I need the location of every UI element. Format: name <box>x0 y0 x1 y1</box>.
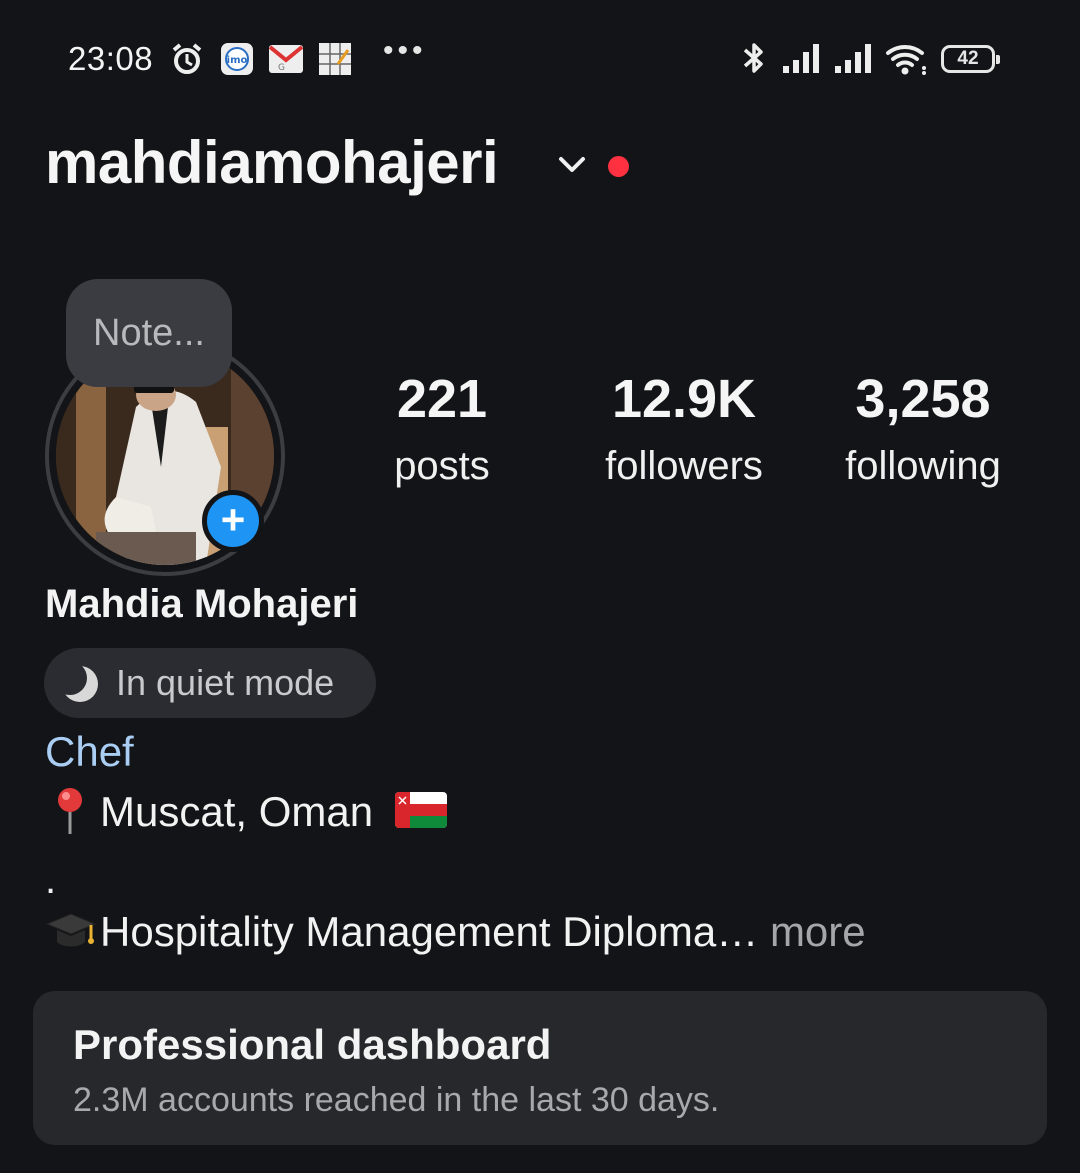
svg-text:imo: imo <box>227 55 248 66</box>
battery-icon: 42 <box>941 45 1000 73</box>
oman-flag-icon <box>395 792 447 828</box>
graduation-cap-icon <box>45 908 97 961</box>
bio-more-link[interactable]: more <box>758 908 866 955</box>
following-label: following <box>845 444 1001 488</box>
quiet-mode-pill[interactable]: In quiet mode <box>44 648 376 718</box>
bluetooth-icon <box>740 40 768 81</box>
posts-label: posts <box>394 444 490 488</box>
status-bar: 23:08 imo G ••• 42 <box>0 0 1080 120</box>
add-story-button[interactable]: + <box>202 490 264 552</box>
bio-line: Hospitality Management Diploma… <box>100 908 759 955</box>
status-time: 23:08 <box>68 40 154 77</box>
following-stat[interactable]: 3,258 following <box>826 368 1020 489</box>
followers-label: followers <box>605 444 763 488</box>
following-count: 3,258 <box>855 369 991 429</box>
full-name: Mahdia Mohajeri <box>45 582 359 626</box>
quiet-mode-label: In quiet mode <box>116 662 335 703</box>
alarm-icon <box>170 42 204 81</box>
status-more: ••• <box>383 34 427 67</box>
profile-username[interactable]: mahdiamohajeri <box>45 128 499 197</box>
followers-count: 12.9K <box>611 369 757 429</box>
followers-stat[interactable]: 12.9K followers <box>584 368 784 489</box>
pin-icon <box>52 786 88 841</box>
chevron-down-icon[interactable] <box>556 152 588 181</box>
imo-icon: imo <box>220 42 254 81</box>
sudoku-icon <box>318 42 352 81</box>
posts-count: 221 <box>396 369 488 429</box>
gmail-icon: G <box>268 44 304 79</box>
location-text: Muscat, Oman <box>100 788 374 835</box>
bio-text[interactable]: Hospitality Management Diploma… more <box>100 908 866 956</box>
signal-icon <box>782 42 824 79</box>
wifi-icon <box>885 42 929 81</box>
dashboard-subtitle: 2.3M accounts reached in the last 30 day… <box>73 1081 720 1119</box>
posts-stat[interactable]: 221 posts <box>378 368 506 489</box>
moon-icon <box>53 661 102 711</box>
category-label: Chef <box>45 728 134 775</box>
professional-dashboard-card[interactable]: Professional dashboard 2.3M accounts rea… <box>33 991 1047 1145</box>
dashboard-title: Professional dashboard <box>73 1021 552 1068</box>
note-bubble[interactable]: Note... <box>66 279 232 387</box>
notification-dot <box>608 156 629 177</box>
bio-dot: . <box>45 858 57 902</box>
svg-text:G: G <box>278 63 285 73</box>
signal-icon <box>834 42 876 79</box>
